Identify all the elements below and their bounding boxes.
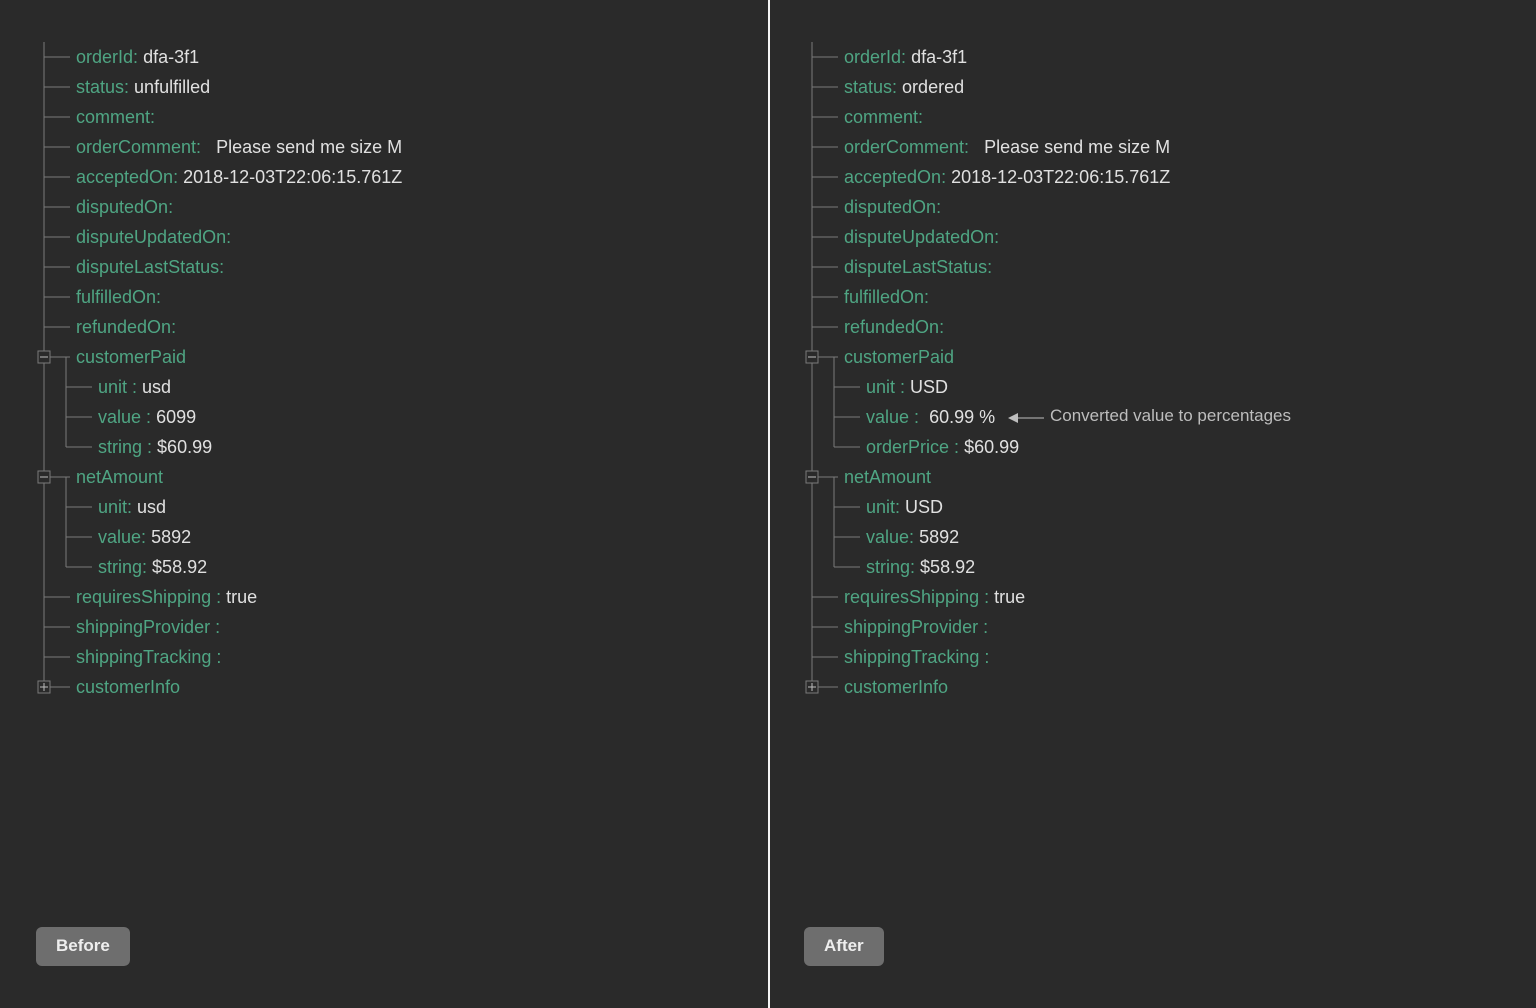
- val-orderComment: Please send me size M: [984, 137, 1170, 157]
- key-string: string:: [98, 557, 147, 577]
- key-unit: unit :: [866, 377, 905, 397]
- panel-divider: [768, 0, 770, 1008]
- key-unit: unit:: [98, 497, 132, 517]
- key-fulfilledOn: fulfilledOn:: [844, 287, 929, 307]
- key-string: string:: [866, 557, 915, 577]
- val-requiresShipping: true: [226, 587, 257, 607]
- key-status: status:: [844, 77, 897, 97]
- key-status: status:: [76, 77, 129, 97]
- key-value: value:: [98, 527, 146, 547]
- after-tree: orderId: dfa-3f1 status: ordered comment…: [804, 42, 1504, 702]
- key-disputeLastStatus: disputeLastStatus:: [76, 257, 224, 277]
- key-orderId: orderId:: [76, 47, 138, 67]
- key-disputeLastStatus: disputeLastStatus:: [844, 257, 992, 277]
- val-orderId: dfa-3f1: [143, 47, 199, 67]
- val-orderComment: Please send me size M: [216, 137, 402, 157]
- val-acceptedOn: 2018-12-03T22:06:15.761Z: [183, 167, 402, 187]
- val-orderId: dfa-3f1: [911, 47, 967, 67]
- val-acceptedOn: 2018-12-03T22:06:15.761Z: [951, 167, 1170, 187]
- before-tree: orderId: dfa-3f1 status: unfulfilled com…: [36, 42, 736, 702]
- key-orderComment: orderComment:: [76, 137, 201, 157]
- diff-stage: orderId: dfa-3f1 status: unfulfilled com…: [0, 0, 1536, 1008]
- val-value: 5892: [151, 527, 191, 547]
- key-fulfilledOn: fulfilledOn:: [76, 287, 161, 307]
- annotation-text: Converted value to percentages: [1050, 406, 1291, 426]
- val-value: 5892: [919, 527, 959, 547]
- after-panel: orderId: dfa-3f1 status: ordered comment…: [768, 0, 1536, 1008]
- val-status: unfulfilled: [134, 77, 210, 97]
- before-panel: orderId: dfa-3f1 status: unfulfilled com…: [0, 0, 768, 1008]
- key-disputeUpdatedOn: disputeUpdatedOn:: [76, 227, 231, 247]
- key-refundedOn: refundedOn:: [76, 317, 176, 337]
- key-shippingProvider: shippingProvider :: [76, 617, 220, 637]
- key-disputedOn: disputedOn:: [844, 197, 941, 217]
- key-netAmount: netAmount: [844, 467, 931, 487]
- key-customerInfo: customerInfo: [844, 677, 948, 697]
- key-refundedOn: refundedOn:: [844, 317, 944, 337]
- key-customerPaid: customerPaid: [844, 347, 954, 367]
- val-requiresShipping: true: [994, 587, 1025, 607]
- key-shippingTracking: shippingTracking :: [76, 647, 221, 667]
- key-value: value :: [98, 407, 151, 427]
- val-unit: USD: [910, 377, 948, 397]
- key-string: string :: [98, 437, 152, 457]
- key-netAmount: netAmount: [76, 467, 163, 487]
- val-string: $58.92: [920, 557, 975, 577]
- key-unit: unit :: [98, 377, 137, 397]
- key-acceptedOn: acceptedOn:: [844, 167, 946, 187]
- key-orderComment: orderComment:: [844, 137, 969, 157]
- key-shippingProvider: shippingProvider :: [844, 617, 988, 637]
- val-unit: usd: [137, 497, 166, 517]
- key-shippingTracking: shippingTracking :: [844, 647, 989, 667]
- val-unit: USD: [905, 497, 943, 517]
- key-comment: comment:: [844, 107, 923, 127]
- key-customerInfo: customerInfo: [76, 677, 180, 697]
- val-status: ordered: [902, 77, 964, 97]
- key-orderId: orderId:: [844, 47, 906, 67]
- key-requiresShipping: requiresShipping :: [844, 587, 989, 607]
- val-value: 60.99 %: [929, 407, 995, 427]
- val-value: 6099: [156, 407, 196, 427]
- key-acceptedOn: acceptedOn:: [76, 167, 178, 187]
- key-comment: comment:: [76, 107, 155, 127]
- before-label: Before: [36, 927, 130, 966]
- val-string: $60.99: [157, 437, 212, 457]
- key-value: value:: [866, 527, 914, 547]
- val-string: $58.92: [152, 557, 207, 577]
- key-disputeUpdatedOn: disputeUpdatedOn:: [844, 227, 999, 247]
- key-requiresShipping: requiresShipping :: [76, 587, 221, 607]
- val-unit: usd: [142, 377, 171, 397]
- val-orderPrice: $60.99: [964, 437, 1019, 457]
- after-label: After: [804, 927, 884, 966]
- key-disputedOn: disputedOn:: [76, 197, 173, 217]
- key-value: value :: [866, 407, 919, 427]
- key-customerPaid: customerPaid: [76, 347, 186, 367]
- key-unit: unit:: [866, 497, 900, 517]
- key-orderPrice: orderPrice :: [866, 437, 959, 457]
